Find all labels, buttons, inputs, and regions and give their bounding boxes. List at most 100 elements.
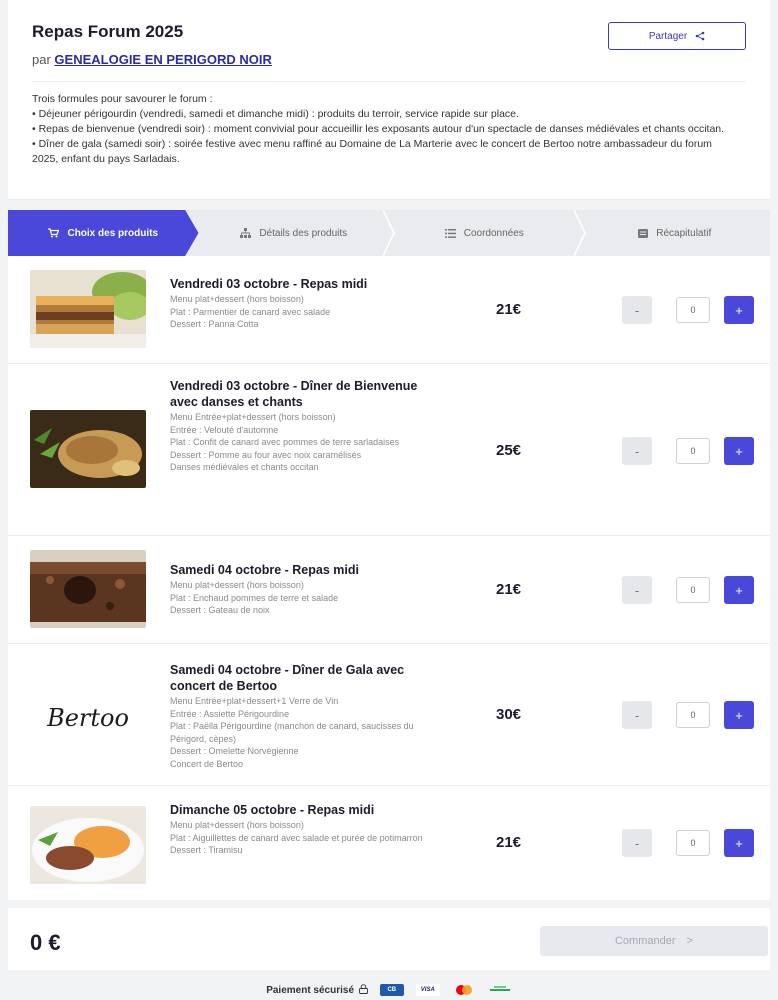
detail-line: Dessert : Tiramisu: [170, 845, 243, 855]
quantity-input[interactable]: [676, 577, 710, 603]
product-name: Samedi 04 octobre - Repas midi: [170, 563, 359, 577]
increase-button[interactable]: +: [724, 437, 754, 465]
product-info: Dimanche 05 octobre - Repas midi Menu pl…: [170, 802, 426, 857]
detail-line: Entrée : Assiette Périgourdine: [170, 708, 290, 719]
event-byline: par GENEALOGIE EN PERIGORD NOIR: [32, 52, 746, 67]
cb-card-icon: CB: [379, 984, 404, 996]
svg-text:Bertoo: Bertoo: [46, 704, 129, 732]
quantity-stepper: - +: [622, 576, 754, 604]
detail-line: Plat : Aiguillettes de canard avec salad…: [170, 832, 423, 843]
bertoo-signature: Bertoo: [30, 676, 146, 754]
secure-payment-label: Paiement sécurisé: [266, 984, 368, 996]
description-line: • Dîner de gala (samedi soir) : soirée f…: [32, 138, 712, 165]
mastercard-icon: [452, 984, 476, 996]
step-choix-produits[interactable]: Choix des produits: [8, 210, 199, 256]
visa-card-icon: VISA: [415, 984, 440, 996]
share-icon: [695, 31, 705, 41]
aiguillettes-photo: [30, 806, 146, 884]
step-coordonnees[interactable]: Coordonnées: [389, 210, 586, 256]
product-price: 21€: [496, 581, 522, 598]
list-icon: [444, 228, 456, 238]
product-info: Samedi 04 octobre - Repas midi Menu plat…: [170, 562, 426, 617]
product-row: Samedi 04 octobre - Repas midi Menu plat…: [8, 536, 770, 644]
confit-photo: [30, 410, 146, 488]
decrease-button[interactable]: -: [622, 576, 652, 604]
product-description: Menu plat+dessert (hors boisson) Plat : …: [170, 293, 426, 331]
detail-line: Plat : Paëlla Périgourdine (manchon de c…: [170, 721, 414, 744]
quantity-input[interactable]: [676, 297, 710, 323]
order-button[interactable]: Commander >: [540, 926, 768, 956]
event-header: Repas Forum 2025 par GENEALOGIE EN PERIG…: [8, 0, 770, 200]
quantity-stepper: - +: [622, 701, 754, 729]
lock-icon: [358, 984, 368, 994]
product-row: Vendredi 03 octobre - Repas midi Menu pl…: [8, 256, 770, 364]
quantity-input[interactable]: [676, 830, 710, 856]
checkout-steps: Choix des produits Détails des produits …: [8, 210, 770, 256]
product-description: Menu plat+dessert (hors boisson) Plat : …: [170, 579, 426, 617]
detail-line: Menu Entrée+plat+dessert+1 Verre de Vin: [170, 696, 339, 706]
quantity-stepper: - +: [622, 829, 754, 857]
product-list: Vendredi 03 octobre - Repas midi Menu pl…: [8, 256, 770, 900]
product-name: Vendredi 03 octobre - Repas midi: [170, 277, 368, 291]
step-recapitulatif[interactable]: Récapitulatif: [580, 210, 771, 256]
decrease-button[interactable]: -: [622, 296, 652, 324]
increase-button[interactable]: +: [724, 576, 754, 604]
product-price: 25€: [496, 442, 522, 459]
detail-line: Dessert : Pomme au four avec noix caramé…: [170, 449, 362, 460]
product-row: Vendredi 03 octobre - Dîner de Bienvenue…: [8, 364, 770, 536]
share-label: Partager: [648, 30, 688, 42]
detail-line: Dessert : Gateau de noix: [170, 605, 270, 615]
by-prefix: par: [32, 52, 51, 67]
product-name: Vendredi 03 octobre - Dîner de Bienvenue…: [170, 379, 418, 409]
sitemap-icon: [240, 228, 252, 238]
share-button[interactable]: Partager: [608, 22, 746, 50]
step-label: Coordonnées: [463, 227, 524, 239]
gateau-photo: [30, 550, 146, 628]
description-line: Trois formules pour savourer le forum :: [32, 93, 213, 105]
parmentier-photo: [30, 270, 146, 348]
product-row: Bertoo Samedi 04 octobre - Dîner de Gala…: [8, 644, 770, 786]
increase-button[interactable]: +: [724, 829, 754, 857]
detail-line: Dessert : Panna Cotta: [170, 319, 259, 329]
order-footer: 0 € Commander >: [8, 908, 770, 970]
step-label: Récapitulatif: [656, 227, 712, 239]
header-divider: [32, 81, 746, 82]
step-details-produits[interactable]: Détails des produits: [199, 210, 395, 256]
product-price: 21€: [496, 301, 522, 318]
paysafe-card-icon: [488, 984, 512, 996]
quantity-input[interactable]: [676, 438, 710, 464]
product-price: 21€: [496, 834, 522, 851]
order-label: Commander: [614, 935, 676, 947]
description-line: • Repas de bienvenue (vendredi soir) : m…: [32, 123, 725, 135]
quantity-input[interactable]: [676, 702, 710, 728]
organizer-link[interactable]: GENEALOGIE EN PERIGORD NOIR: [54, 52, 271, 67]
quantity-stepper: - +: [622, 437, 754, 465]
increase-button[interactable]: +: [724, 296, 754, 324]
cart-icon: [48, 228, 60, 238]
detail-line: Dessert : Omelette Norvégienne: [170, 746, 299, 756]
decrease-button[interactable]: -: [622, 437, 652, 465]
product-price: 30€: [496, 706, 522, 723]
increase-button[interactable]: +: [724, 701, 754, 729]
step-label: Choix des produits: [67, 227, 159, 239]
receipt-icon: [638, 228, 649, 238]
product-info: Vendredi 03 octobre - Dîner de Bienvenue…: [170, 378, 426, 474]
product-row: Dimanche 05 octobre - Repas midi Menu pl…: [8, 786, 770, 900]
product-name: Samedi 04 octobre - Dîner de Gala avec c…: [170, 663, 405, 693]
detail-line: Entrée : Velouté d'automne: [170, 424, 279, 435]
description-line: • Déjeuner périgourdin (vendredi, samedi…: [32, 108, 519, 120]
step-label: Détails des produits: [259, 227, 348, 239]
quantity-stepper: - +: [622, 296, 754, 324]
product-info: Samedi 04 octobre - Dîner de Gala avec c…: [170, 662, 426, 770]
detail-line: Plat : Confit de canard avec pommes de t…: [170, 437, 400, 447]
decrease-button[interactable]: -: [622, 701, 652, 729]
detail-line: Menu plat+dessert (hors boisson): [170, 294, 304, 304]
detail-line: Plat : Parmentier de canard avec salade: [170, 306, 331, 317]
product-description: Menu Entrée+plat+dessert+1 Verre de Vin …: [170, 695, 426, 770]
secure-payment-bar: Paiement sécurisé CB VISA: [0, 980, 778, 1000]
event-description: Trois formules pour savourer le forum : …: [32, 92, 746, 167]
event-header-card: Repas Forum 2025 par GENEALOGIE EN PERIG…: [8, 0, 770, 200]
decrease-button[interactable]: -: [622, 829, 652, 857]
product-description: Menu Entrée+plat+dessert (hors boisson) …: [170, 411, 426, 474]
product-description: Menu plat+dessert (hors boisson) Plat : …: [170, 819, 426, 857]
